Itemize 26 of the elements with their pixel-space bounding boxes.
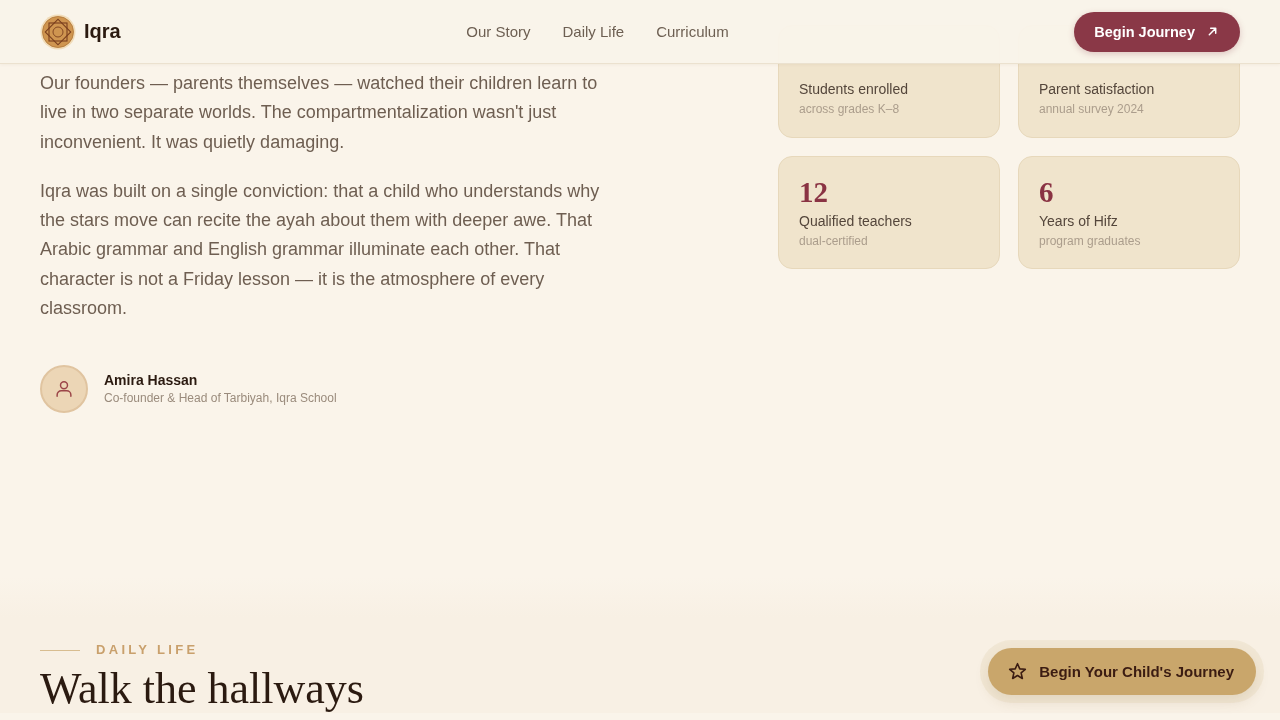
nav-link[interactable]: Daily Life	[562, 23, 625, 40]
begin-journey-button[interactable]: Begin Journey	[1074, 11, 1240, 52]
star-medallion-logo-icon	[40, 13, 76, 50]
stat-note: program graduates	[1039, 233, 1141, 250]
stat-note: dual-certified	[799, 233, 868, 250]
star-outline-icon	[1008, 662, 1028, 681]
story-paragraph: Our founders — parents themselves — watched their children learn to live in two separate worlds. The compartmentalization wasn't just inconvenient. It was quietly damaging.	[40, 72, 599, 154]
author-role: Co-founder & Head of Tarbiyah, Iqra School	[104, 390, 337, 408]
stat-label: Years of Hifz	[1039, 212, 1118, 231]
author-name: Amira Hassan	[104, 371, 199, 390]
stat-note: annual survey 2024	[1039, 101, 1144, 118]
brand-name: Iqra	[84, 20, 121, 43]
stat-value: 6	[1039, 175, 1054, 209]
floating-cta-button[interactable]: Begin Your Child's Journey	[988, 648, 1256, 695]
story-paragraph: Iqra was built on a single conviction: that a child who understands why the stars move can recite the ayah about them with deeper awe. That Arabic grammar and English grammar illuminate each other. That character is not a Friday lesson — it is the atmosphere of every classroom.	[40, 179, 601, 321]
arrow-up-right-icon	[1207, 26, 1218, 37]
section-heading: Walk the hallways	[40, 665, 364, 714]
nav-link[interactable]: Our Story	[466, 23, 531, 40]
avatar-person-icon	[40, 365, 88, 414]
stat-value: 12	[799, 175, 828, 209]
stat-label: Qualified teachers	[799, 212, 912, 231]
stat-note: across grades K–8	[799, 101, 900, 118]
stat-label: Students enrolled	[799, 80, 908, 99]
nav-link[interactable]: Curriculum	[656, 23, 729, 40]
stat-label: Parent satisfaction	[1039, 80, 1155, 99]
section-eyebrow: DAILY LIFE	[96, 641, 199, 660]
